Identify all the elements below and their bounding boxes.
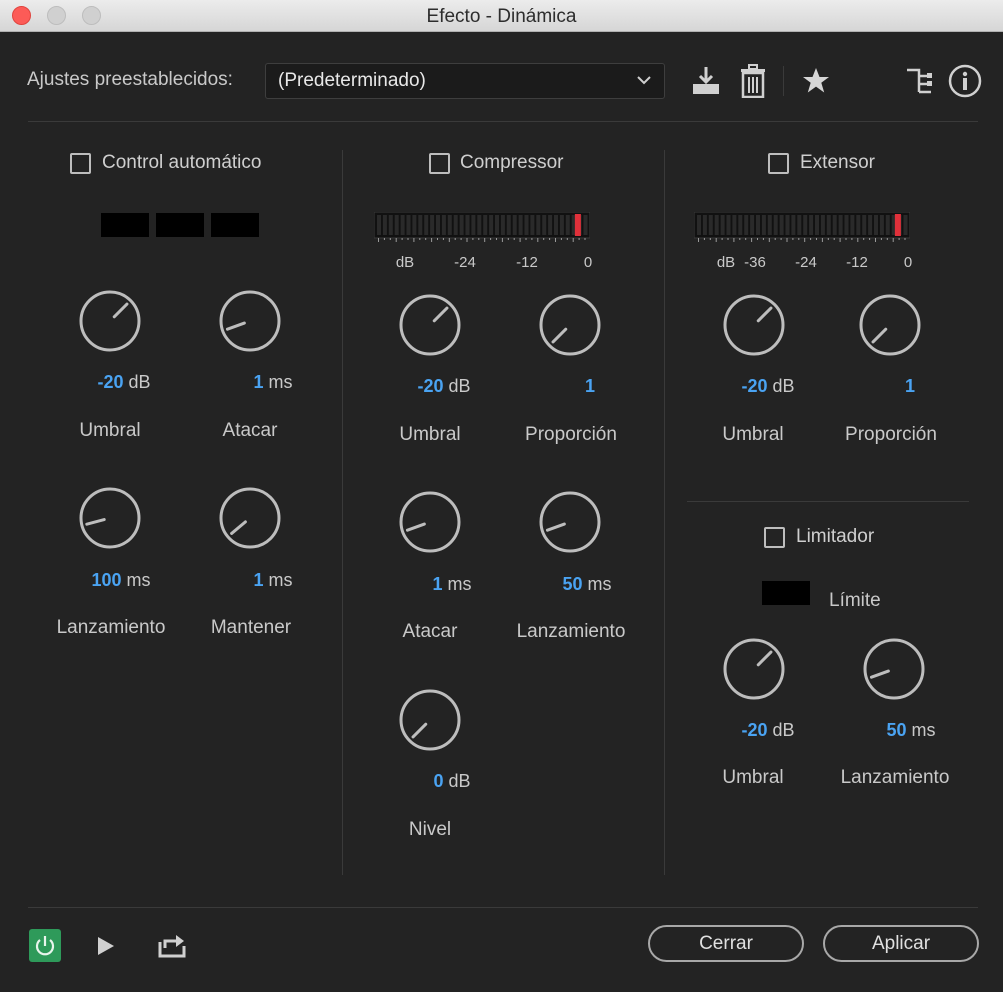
expander-threshold-knob[interactable] [722, 293, 786, 357]
compressor-meter-tick: 0 [583, 254, 593, 271]
expander-meter-tick: -36 [744, 254, 766, 271]
compressor-meter-tick: dB [395, 254, 415, 271]
trash-icon[interactable] [739, 64, 767, 98]
limiter-title: Limitador [796, 526, 875, 547]
compressor-threshold-label: Umbral [399, 424, 461, 445]
header-divider [28, 121, 978, 122]
compressor-level-value[interactable]: 0 dB [433, 771, 470, 792]
auto-release-value[interactable]: 100 ms [91, 570, 150, 591]
limiter-divider [687, 501, 969, 502]
presets-label: Ajustes preestablecidos: [27, 69, 233, 90]
toolbar-divider [783, 66, 784, 96]
chevron-down-icon [637, 76, 651, 85]
auto-threshold-knob[interactable] [78, 289, 142, 353]
download-icon[interactable] [690, 65, 722, 97]
compressor-level-knob[interactable] [398, 688, 462, 752]
loop-icon[interactable] [157, 932, 187, 958]
expander-ratio-knob[interactable] [858, 293, 922, 357]
compressor-ratio-label: Proporción [525, 424, 617, 445]
compressor-attack-knob[interactable] [398, 490, 462, 554]
expander-meter-tick: 0 [903, 254, 913, 271]
expander-ratio-label: Proporción [845, 424, 937, 445]
expander-meter-tick: -24 [795, 254, 817, 271]
window-title: Efecto - Dinámica [426, 6, 577, 27]
title-bar: Efecto - Dinámica [0, 0, 1003, 32]
expander-level-meter [694, 212, 910, 242]
compressor-release-value[interactable]: 50 ms [562, 574, 611, 595]
apply-button[interactable]: Aplicar [823, 925, 979, 962]
compressor-release-knob[interactable] [538, 490, 602, 554]
dialog-body [0, 32, 1003, 992]
auto-control-display [211, 213, 259, 237]
auto-threshold-label: Umbral [79, 420, 141, 441]
limiter-release-label: Lanzamiento [840, 767, 950, 788]
auto-hold-value[interactable]: 1 ms [253, 570, 292, 591]
expander-meter-tick: -12 [846, 254, 868, 271]
expander-meter-tick: dB [716, 254, 736, 271]
section-divider [664, 150, 665, 875]
limit-label: Límite [829, 590, 881, 611]
expander-threshold-value[interactable]: -20 dB [741, 376, 794, 397]
footer-divider [28, 907, 978, 908]
limit-display [762, 581, 810, 605]
auto-release-label: Lanzamiento [56, 617, 166, 638]
compressor-release-label: Lanzamiento [516, 621, 626, 642]
compressor-meter-tick: -12 [516, 254, 538, 271]
compressor-title: Compressor [460, 152, 564, 173]
auto-attack-value[interactable]: 1 ms [253, 372, 292, 393]
limiter-threshold-knob[interactable] [722, 637, 786, 701]
auto-release-knob[interactable] [78, 486, 142, 550]
star-icon[interactable] [802, 67, 830, 94]
section-divider [342, 150, 343, 875]
play-icon[interactable] [96, 936, 116, 956]
auto-control-title: Control automático [102, 152, 262, 173]
power-button[interactable] [29, 929, 61, 962]
expander-title: Extensor [800, 152, 875, 173]
close-button[interactable]: Cerrar [648, 925, 804, 962]
auto-threshold-value[interactable]: -20 dB [97, 372, 150, 393]
expander-checkbox[interactable] [768, 153, 789, 174]
limiter-release-knob[interactable] [862, 637, 926, 701]
auto-control-display [101, 213, 149, 237]
limiter-threshold-label: Umbral [722, 767, 784, 788]
auto-hold-knob[interactable] [218, 486, 282, 550]
compressor-checkbox[interactable] [429, 153, 450, 174]
compressor-ratio-value[interactable]: 1 [585, 376, 595, 397]
presets-value: (Predeterminado) [278, 70, 426, 91]
auto-attack-label: Atacar [222, 420, 278, 441]
compressor-attack-value[interactable]: 1 ms [432, 574, 471, 595]
compressor-level-meter [374, 212, 590, 242]
limiter-checkbox[interactable] [764, 527, 785, 548]
limiter-release-value[interactable]: 50 ms [886, 720, 935, 741]
expander-threshold-label: Umbral [722, 424, 784, 445]
presets-dropdown[interactable]: (Predeterminado) [265, 63, 665, 99]
auto-attack-knob[interactable] [218, 289, 282, 353]
auto-control-checkbox[interactable] [70, 153, 91, 174]
compressor-ratio-knob[interactable] [538, 293, 602, 357]
compressor-threshold-knob[interactable] [398, 293, 462, 357]
limiter-threshold-value[interactable]: -20 dB [741, 720, 794, 741]
info-icon[interactable] [948, 64, 982, 98]
compressor-threshold-value[interactable]: -20 dB [417, 376, 470, 397]
expander-ratio-value[interactable]: 1 [905, 376, 915, 397]
power-icon [35, 936, 55, 956]
compressor-meter-tick: -24 [454, 254, 476, 271]
routing-icon[interactable] [905, 67, 933, 95]
compressor-attack-label: Atacar [402, 621, 458, 642]
compressor-level-label: Nivel [408, 819, 452, 840]
auto-control-display [156, 213, 204, 237]
auto-hold-label: Mantener [210, 617, 292, 638]
